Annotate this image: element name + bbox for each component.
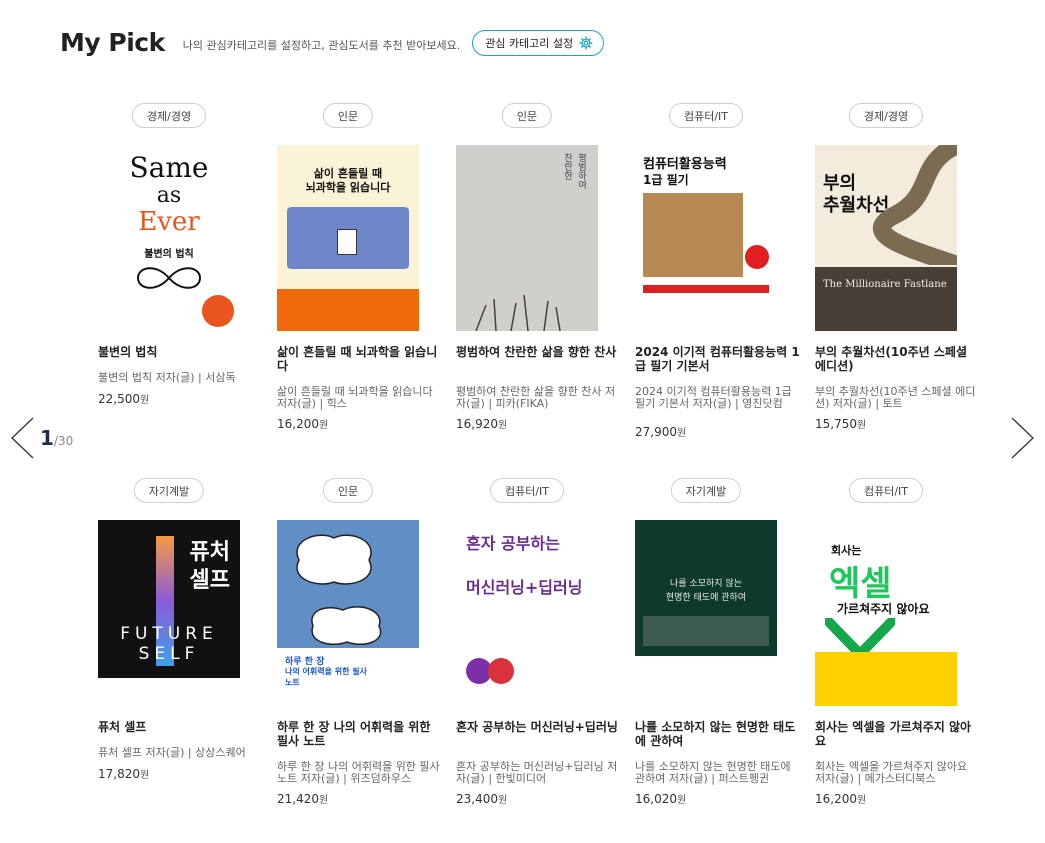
book-title[interactable]: 삶이 흔들릴 때 뇌과학을 읽습니다 <box>277 345 442 373</box>
book-title[interactable]: 부의 추월차선(10주년 스페셜 에디션) <box>815 345 980 373</box>
book-meta: 하루 한 장 나의 어휘력을 위한 필사 노트 저자(글) | 위즈덤하우스 <box>277 761 440 785</box>
book-title[interactable]: 혼자 공부하는 머신러닝+딥러닝 <box>456 720 621 734</box>
page-indicator: 1/30 <box>40 426 73 450</box>
book-price: 16,200원 <box>815 792 867 806</box>
next-arrow-icon[interactable] <box>1010 416 1036 460</box>
book-price: 23,400원 <box>456 792 508 806</box>
book-meta: 퓨처 셀프 저자(글) | 상상스퀘어 <box>98 747 246 759</box>
book-cover[interactable]: 혼자 공부하는 머신러닝+딥러닝 <box>456 520 598 706</box>
book-title[interactable]: 평범하여 찬란한 삶을 향한 찬사 <box>456 345 621 359</box>
book-cover[interactable]: Same as Ever 불변의 법칙 <box>98 145 240 331</box>
total-pages: /30 <box>53 434 74 448</box>
category-tag[interactable]: 인문 <box>322 478 374 503</box>
current-page: 1 <box>40 426 54 450</box>
book-meta: 2024 이기적 컴퓨터활용능력 1급 필기 기본서 저자(글) | 영진닷컴 <box>635 386 792 410</box>
category-tag[interactable]: 컴퓨터/IT <box>489 478 565 503</box>
category-tag[interactable]: 자기계발 <box>133 478 205 503</box>
book-meta: 불변의 법칙 저자(글) | 서삼독 <box>98 372 236 384</box>
book-cover[interactable]: 회사는 엑셀 가르쳐주지 않아요 <box>815 520 957 706</box>
category-setting-label: 관심 카테고리 설정 <box>485 36 574 50</box>
book-cover[interactable]: 하루 한 장 나의 어휘력을 위한 필사 노트 <box>277 520 419 706</box>
book-meta: 삶이 흔들릴 때 뇌과학을 읽습니다 저자(글) | 힉스 <box>277 386 433 410</box>
book-price: 17,820원 <box>98 767 150 781</box>
book-meta: 부의 추월차선(10주년 스페셜 에디션) 저자(글) | 토트 <box>815 386 976 410</box>
gear-icon <box>579 35 593 50</box>
book-meta: 나를 소모하지 않는 현명한 태도에 관하여 저자(글) | 퍼스트펭귄 <box>635 761 791 785</box>
book-price: 27,900원 <box>635 425 687 439</box>
category-tag[interactable]: 경제/경영 <box>848 103 924 128</box>
category-tag[interactable]: 컴퓨터/IT <box>668 103 744 128</box>
book-price: 16,920원 <box>456 417 508 431</box>
section-title: My Pick <box>60 28 165 57</box>
book-cover[interactable]: 삶이 흔들릴 때 뇌과학을 읽습니다 <box>277 145 419 331</box>
book-price: 16,020원 <box>635 792 687 806</box>
book-title[interactable]: 퓨처 셀프 <box>98 720 263 734</box>
book-cover[interactable]: 퓨처 셀프 FUTURE SELF <box>98 520 240 706</box>
book-cover[interactable]: 부의 추월차선 The Millionaire Fastlane <box>815 145 957 331</box>
book-price: 22,500원 <box>98 392 150 406</box>
book-cover[interactable]: 나를 소모하지 않는 현명한 태도에 관하여 <box>635 520 777 706</box>
category-tag[interactable]: 자기계발 <box>670 478 742 503</box>
book-title[interactable]: 하루 한 장 나의 어휘력을 위한 필사 노트 <box>277 720 442 748</box>
category-tag[interactable]: 컴퓨터/IT <box>848 478 924 503</box>
category-setting-button[interactable]: 관심 카테고리 설정 <box>472 29 605 56</box>
book-meta: 혼자 공부하는 머신러닝+딥러닝 저자(글) | 한빛미디어 <box>456 761 618 785</box>
book-price: 15,750원 <box>815 417 867 431</box>
book-title[interactable]: 나를 소모하지 않는 현명한 태도에 관하여 <box>635 720 800 748</box>
book-meta: 회사는 엑셀을 가르쳐주지 않아요 저자(글) | 메가스터디북스 <box>815 761 968 785</box>
book-cover[interactable]: 컴퓨터활용능력 1급 필기 <box>635 145 777 331</box>
my-pick-header: My Pick 나의 관심카테고리를 설정하고, 관심도서를 추천 받아보세요.… <box>60 28 605 57</box>
book-price: 21,420원 <box>277 792 329 806</box>
book-price: 16,200원 <box>277 417 329 431</box>
section-subtitle: 나의 관심카테고리를 설정하고, 관심도서를 추천 받아보세요. <box>182 38 461 52</box>
book-title[interactable]: 불변의 법칙 <box>98 345 263 359</box>
prev-arrow-icon[interactable] <box>9 416 35 460</box>
book-title[interactable]: 회사는 엑셀을 가르쳐주지 않아요 <box>815 720 980 748</box>
book-title[interactable]: 2024 이기적 컴퓨터활용능력 1급 필기 기본서 <box>635 345 800 373</box>
category-tag[interactable]: 인문 <box>501 103 553 128</box>
book-meta: 평범하여 찬란한 삶을 향한 찬사 저자(글) | 피카(FIKA) <box>456 386 616 410</box>
category-tag[interactable]: 경제/경영 <box>131 103 207 128</box>
category-tag[interactable]: 인문 <box>322 103 374 128</box>
book-cover[interactable]: 평범하여 찬란한 <box>456 145 598 331</box>
